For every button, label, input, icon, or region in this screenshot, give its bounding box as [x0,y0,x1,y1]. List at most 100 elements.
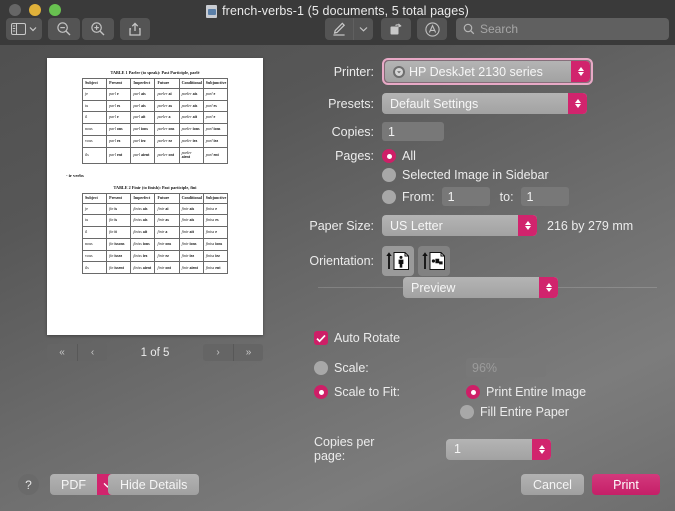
pages-range-radio[interactable] [382,189,396,204]
zoom-out-button[interactable] [48,18,80,40]
table-cell: finir aient [178,261,204,275]
printer-row: Printer: HP DeskJet 2130 series [300,58,675,85]
pages-all-radio[interactable] [382,149,396,163]
fill-entire-paper-radio[interactable] [460,405,474,419]
table-cell: parler ai [154,87,180,101]
table-header-row: Subject Present Imperfect Future Conditional… [81,192,229,204]
annotate-button[interactable] [417,18,447,40]
next-page-button[interactable]: › [203,344,233,361]
scale-to-fit-label: Scale to Fit: [334,385,400,399]
pages-selected-image-radio[interactable] [382,168,396,182]
pdf-button[interactable]: PDF [50,474,117,495]
scale-radio[interactable] [314,360,328,375]
table-cell: parler ons [154,123,180,136]
zoom-in-button[interactable] [82,18,114,40]
table-column-header: Conditional [178,78,204,89]
table-row: ils fin issent finiss aient finir ont finir … [81,261,229,275]
orientation-landscape-button[interactable] [418,246,450,276]
stepper-arrows-icon[interactable] [518,215,537,236]
table-cell: ils [81,146,108,164]
table-cell: finir iez [178,249,204,263]
markup-button[interactable] [325,18,353,40]
print-button[interactable]: Print [592,474,660,495]
table-cell: nous [81,123,108,136]
first-page-button[interactable]: « [47,344,77,361]
scale-input[interactable]: 96% [466,358,546,377]
nav-backward-group: « ‹ [47,344,107,361]
table-cell: parl e [106,87,132,101]
printer-select[interactable]: HP DeskJet 2130 series [385,61,590,82]
stepper-arrows-icon[interactable] [532,438,551,460]
orientation-portrait-button[interactable] [382,246,414,276]
pages-row-selected: Selected Image in Sidebar [300,168,675,182]
table-cell: finir a [154,226,180,239]
markup-options-button[interactable] [353,18,373,40]
share-icon [129,21,141,36]
paper-size-select[interactable]: US Letter [382,215,537,236]
stepper-arrows-icon[interactable] [571,61,590,82]
stepper-arrows-icon[interactable] [568,93,587,114]
printer-status-icon [393,65,405,78]
table-cell: fin is [106,202,132,216]
print-preview-page[interactable]: TABLE 1 Parler (to speak): Past Particip… [47,58,263,335]
table-cell: finir as [154,214,180,228]
presets-row: Presets: Default Settings [300,93,675,114]
checkmark-icon [316,334,326,342]
help-button[interactable]: ? [18,474,39,495]
table-cell: finir ont [154,261,180,275]
copies-per-page-select[interactable]: 1 [446,438,551,460]
table-cell: parler aient [178,146,204,164]
cancel-button[interactable]: Cancel [521,474,584,495]
paper-size-label: Paper Size: [309,218,374,233]
window-title: french-verbs-1 (5 documents, 5 total pag… [222,4,469,18]
last-page-button[interactable]: » [233,344,263,361]
rotate-icon [390,23,402,35]
table-cell: finir ais [178,202,204,216]
verb-table-1: Subject Present Imperfect Future Conditional… [81,78,229,164]
scale-to-fit-row: Scale to Fit: Print Entire Image [300,385,675,399]
verb-table-2: Subject Present Imperfect Future Conditional… [81,192,229,275]
window-titlebar: french-verbs-1 (5 documents, 5 total pag… [0,0,675,45]
print-entire-image-radio[interactable] [466,385,480,399]
printer-focus-ring: HP DeskJet 2130 series [382,58,593,85]
fill-entire-paper-label: Fill Entire Paper [480,405,569,419]
table-column-header: Subject [81,78,108,89]
table-cell: parl ent [106,146,132,164]
table-cell: parler ions [178,123,204,136]
document-icon [206,4,218,18]
search-input[interactable]: Search [456,18,669,40]
stepper-arrows-icon[interactable] [539,277,558,298]
table-body: je parl e parl ais parler ai parler ais parl … [81,87,229,164]
pdf-button-label[interactable]: PDF [50,474,97,495]
pages-label: Pages: [335,149,374,163]
print-pane-select[interactable]: Preview [403,277,558,298]
previous-page-button[interactable]: ‹ [77,344,107,361]
table-cell: finiss iez [130,249,156,263]
print-entire-image-label: Print Entire Image [486,385,587,399]
printer-label: Printer: [333,64,374,79]
rotate-button[interactable] [381,18,411,40]
table-column-header: Future [154,78,180,89]
table-cell: finir ai [154,202,180,216]
auto-rotate-checkbox[interactable] [314,331,328,345]
pages-to-input[interactable]: 1 [520,187,569,206]
pages-from-input[interactable]: 1 [441,187,490,206]
print-pane-value: Preview [411,280,456,295]
table-cell: parl iez [130,134,156,148]
scale-to-fit-radio[interactable] [314,385,328,399]
table-cell: parler ont [154,146,180,164]
table-cell: finir ons [154,237,180,251]
hide-details-button[interactable]: Hide Details [108,474,200,495]
copies-input[interactable]: 1 [382,122,444,141]
table-cell: parl iez [202,134,229,148]
zoom-in-icon [91,22,105,36]
annotate-icon [424,21,440,37]
table-column-header: Subjunctive [202,192,229,204]
copies-label: Copies: [331,124,374,139]
share-button[interactable] [120,18,150,40]
copies-per-page-label: Copies per page: [314,435,375,463]
auto-rotate-label: Auto Rotate [334,331,401,345]
zoom-out-icon [57,22,71,36]
presets-select[interactable]: Default Settings [382,93,587,114]
sidebar-toggle-button[interactable] [6,18,42,40]
